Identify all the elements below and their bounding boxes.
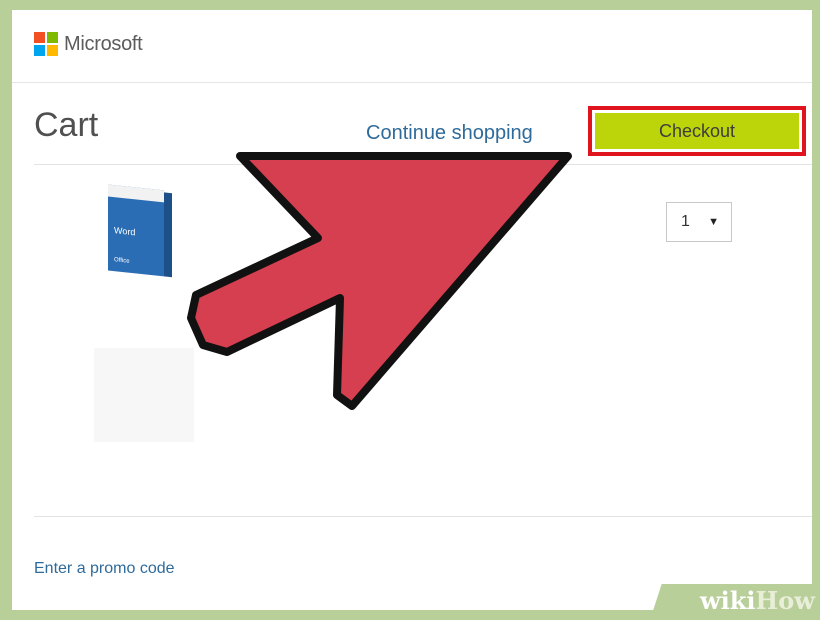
chevron-down-icon: ▼ — [708, 216, 719, 228]
microsoft-logo[interactable]: Microsoft — [34, 32, 143, 56]
divider — [34, 164, 812, 165]
checkout-highlight: Checkout — [588, 106, 806, 156]
product-box-front: Word Office — [108, 184, 164, 277]
product-box-side — [164, 192, 172, 278]
brand-name: Microsoft — [64, 32, 143, 55]
promo-code-link[interactable]: Enter a promo code — [34, 560, 175, 578]
divider — [34, 516, 812, 517]
box-top-strip — [108, 184, 164, 203]
faded-placeholder — [94, 348, 194, 442]
site-header: Microsoft — [12, 10, 812, 83]
product-edition: Download English — [298, 246, 419, 263]
watermark-wiki: wiki — [700, 586, 756, 615]
watermark-how: How — [755, 586, 815, 615]
product-name[interactable]: Word 2013 — [308, 200, 381, 217]
product-box-label: Word — [114, 225, 136, 238]
windows-logo-icon — [34, 32, 58, 56]
page-title: Cart — [34, 106, 99, 144]
quantity-select[interactable]: 1 ▼ — [666, 202, 732, 242]
product-box-sublabel: Office — [114, 257, 130, 265]
browser-page: Microsoft Cart Continue shopping Checkou… — [12, 10, 812, 610]
wikihow-watermark: wikiHow — [700, 586, 815, 615]
continue-shopping-link[interactable]: Continue shopping — [366, 122, 533, 145]
checkout-button[interactable]: Checkout — [595, 113, 799, 149]
quantity-value: 1 — [681, 213, 690, 230]
product-image[interactable]: Word Office — [108, 184, 174, 284]
